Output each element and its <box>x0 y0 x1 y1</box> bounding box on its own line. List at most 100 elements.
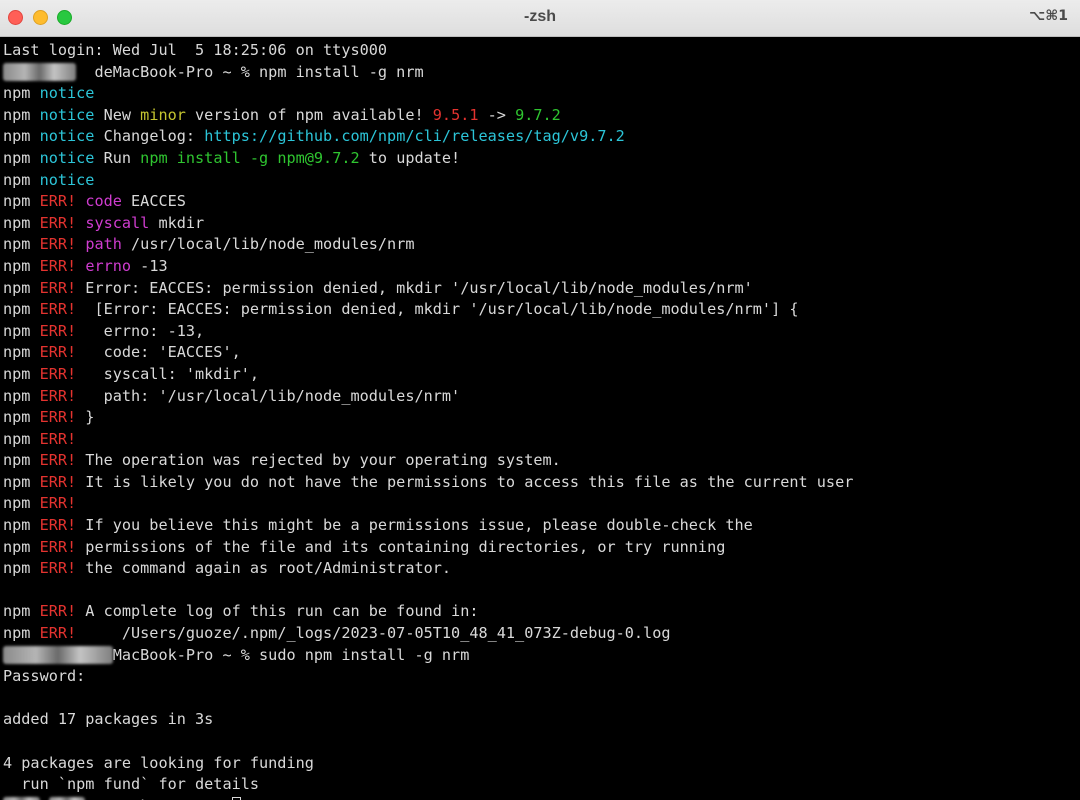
terminal-text-segment: npm <box>3 192 40 211</box>
terminal-text-segment: -> <box>478 105 516 124</box>
terminal-text-segment: npm <box>3 537 40 556</box>
terminal-text-segment: EACCES <box>121 192 186 211</box>
terminal-line: npm ERR! the command again as root/Admin… <box>3 558 1080 580</box>
terminal-text-segment: ERR! <box>39 602 77 621</box>
terminal-text-segment: ERR! <box>39 213 77 232</box>
terminal-text-segment: ERR! <box>39 300 77 319</box>
terminal-text-segment: errno: -13, <box>76 321 205 340</box>
terminal-text-segment: ERR! <box>39 386 77 405</box>
terminal-text-segment: deMacBook-Pro ~ % npm install -g nrm <box>76 62 424 81</box>
terminal-text-segment: npm <box>3 343 40 362</box>
terminal-text-segment: npm <box>3 105 40 124</box>
terminal-text-segment: ERR! <box>39 256 77 275</box>
terminal-text-segment: New <box>94 105 141 124</box>
terminal-text-segment: ERR! <box>39 537 77 556</box>
terminal-text-segment: [Error: EACCES: permission denied, mkdir… <box>76 300 799 319</box>
terminal-text-segment: 9.7.2 <box>515 105 561 124</box>
terminal-line: MacBook-Pro ~ % sudo npm install -g nrm <box>3 645 1080 667</box>
terminal-line: Password: <box>3 666 1080 688</box>
terminal-text-segment: code: 'EACCES', <box>76 343 241 362</box>
terminal-text-segment: npm install -g npm@9.7.2 <box>140 148 360 167</box>
terminal-text-segment: ERR! <box>39 494 77 513</box>
terminal-text-segment: npm <box>3 602 40 621</box>
terminal-line: Last login: Wed Jul 5 18:25:06 on ttys00… <box>3 40 1080 62</box>
terminal-text-segment: npm <box>3 321 40 340</box>
terminal-line: npm notice Changelog: https://github.com… <box>3 126 1080 148</box>
terminal-text-segment: } <box>76 408 95 427</box>
terminal-text-segment: https://github.com/npm/cli/releases/tag/… <box>204 127 625 146</box>
terminal-line: npm ERR! code: 'EACCES', <box>3 342 1080 364</box>
terminal-text-segment: npm <box>3 624 40 643</box>
terminal-text-segment: ERR! <box>39 559 77 578</box>
terminal-text-segment: npm <box>3 364 40 383</box>
terminal-line: npm ERR! syscall mkdir <box>3 213 1080 235</box>
terminal-text-segment: npm <box>3 256 40 275</box>
terminal-text-segment: Error: EACCES: permission denied, mkdir … <box>76 278 753 297</box>
terminal-text-segment: npm <box>3 148 40 167</box>
terminal-text-segment: Changelog: <box>94 127 205 146</box>
terminal-text-segment: /usr/local/lib/node_modules/nrm <box>121 235 415 254</box>
terminal-text-segment: version of npm available! <box>185 105 433 124</box>
terminal-text-segment: notice <box>39 170 95 189</box>
terminal-text-segment: ERR! <box>39 408 77 427</box>
terminal-text-segment: path <box>85 235 122 254</box>
terminal-text-segment: Password: <box>3 667 86 686</box>
terminal-text-segment: npm <box>3 213 40 232</box>
terminal-text-segment: npm <box>3 494 40 513</box>
terminal-text-segment: 4 packages are looking for funding <box>3 753 314 772</box>
terminal-text-segment: ERR! <box>39 624 77 643</box>
terminal-text-segment: ERR! <box>39 364 77 383</box>
terminal-text-segment: notice <box>39 127 95 146</box>
terminal-line: npm ERR! <box>3 429 1080 451</box>
terminal-text-segment: npm <box>3 278 40 297</box>
terminal-text-segment: npm <box>3 472 40 491</box>
terminal-output[interactable]: Last login: Wed Jul 5 18:25:06 on ttys00… <box>0 38 1080 800</box>
terminal-line: npm ERR! A complete log of this run can … <box>3 601 1080 623</box>
terminal-text-segment: Last login: Wed Jul 5 18:25:06 on ttys00… <box>3 41 388 59</box>
terminal-text-segment: npm <box>3 516 40 535</box>
terminal-text-segment: notice <box>39 148 95 167</box>
window-title: -zsh <box>524 8 556 25</box>
terminal-text-segment: npm <box>3 300 40 319</box>
terminal-line: npm ERR! errno: -13, <box>3 321 1080 343</box>
terminal-text-segment: -13 <box>131 256 168 275</box>
title-bar[interactable]: -zsh ⌥⌘1 <box>0 0 1080 37</box>
terminal-text-segment: permissions of the file and its containi… <box>76 537 726 556</box>
terminal-line: npm notice <box>3 83 1080 105</box>
terminal-text-segment: 9.5.1 <box>432 105 479 124</box>
terminal-text-segment: The operation was rejected by your opera… <box>76 451 561 470</box>
terminal-text-segment: code <box>85 192 122 211</box>
terminal-text-segment: run `npm fund` for details <box>3 775 260 794</box>
terminal-text-segment: notice <box>39 105 95 124</box>
terminal-text-segment: ERR! <box>39 192 77 211</box>
terminal-text-segment: If you believe this might be a permissio… <box>76 516 753 535</box>
terminal-line: npm notice New minor version of npm avai… <box>3 105 1080 127</box>
terminal-line: npm ERR! /Users/guoze/.npm/_logs/2023-07… <box>3 623 1080 645</box>
terminal-text-segment: to update! <box>359 148 461 167</box>
terminal-line: npm ERR! errno -13 <box>3 256 1080 278</box>
terminal-line: deMacBook-Pro ~ % npm install -g nrm <box>3 62 1080 84</box>
terminal-text-segment: syscall: 'mkdir', <box>76 364 260 383</box>
terminal-line: npm ERR! Error: EACCES: permission denie… <box>3 278 1080 300</box>
terminal-text-segment: ERR! <box>39 278 77 297</box>
terminal-text-segment: minor <box>140 105 186 124</box>
terminal-text-segment: the command again as root/Administrator. <box>76 559 452 578</box>
terminal-line: npm ERR! code EACCES <box>3 191 1080 213</box>
terminal-line: run `npm fund` for details <box>3 774 1080 796</box>
terminal-text-segment: ERR! <box>39 472 77 491</box>
terminal-text-segment: added 17 packages in 3s <box>3 710 214 729</box>
redacted-username <box>3 645 113 664</box>
terminal-text-segment: syscall <box>85 213 150 232</box>
terminal-text-segment: path: '/usr/local/lib/node_modules/nrm' <box>76 386 461 405</box>
terminal-text-segment: MacBook-Pro ~ % sudo npm install -g nrm <box>112 645 470 664</box>
terminal-line: npm ERR! If you believe this might be a … <box>3 515 1080 537</box>
terminal-text-segment: /Users/guoze/.npm/_logs/2023-07-05T10_48… <box>76 624 671 643</box>
terminal-text-segment: errno <box>85 256 132 275</box>
terminal-line: npm ERR! <box>3 493 1080 515</box>
terminal-text-segment: npm <box>3 408 40 427</box>
